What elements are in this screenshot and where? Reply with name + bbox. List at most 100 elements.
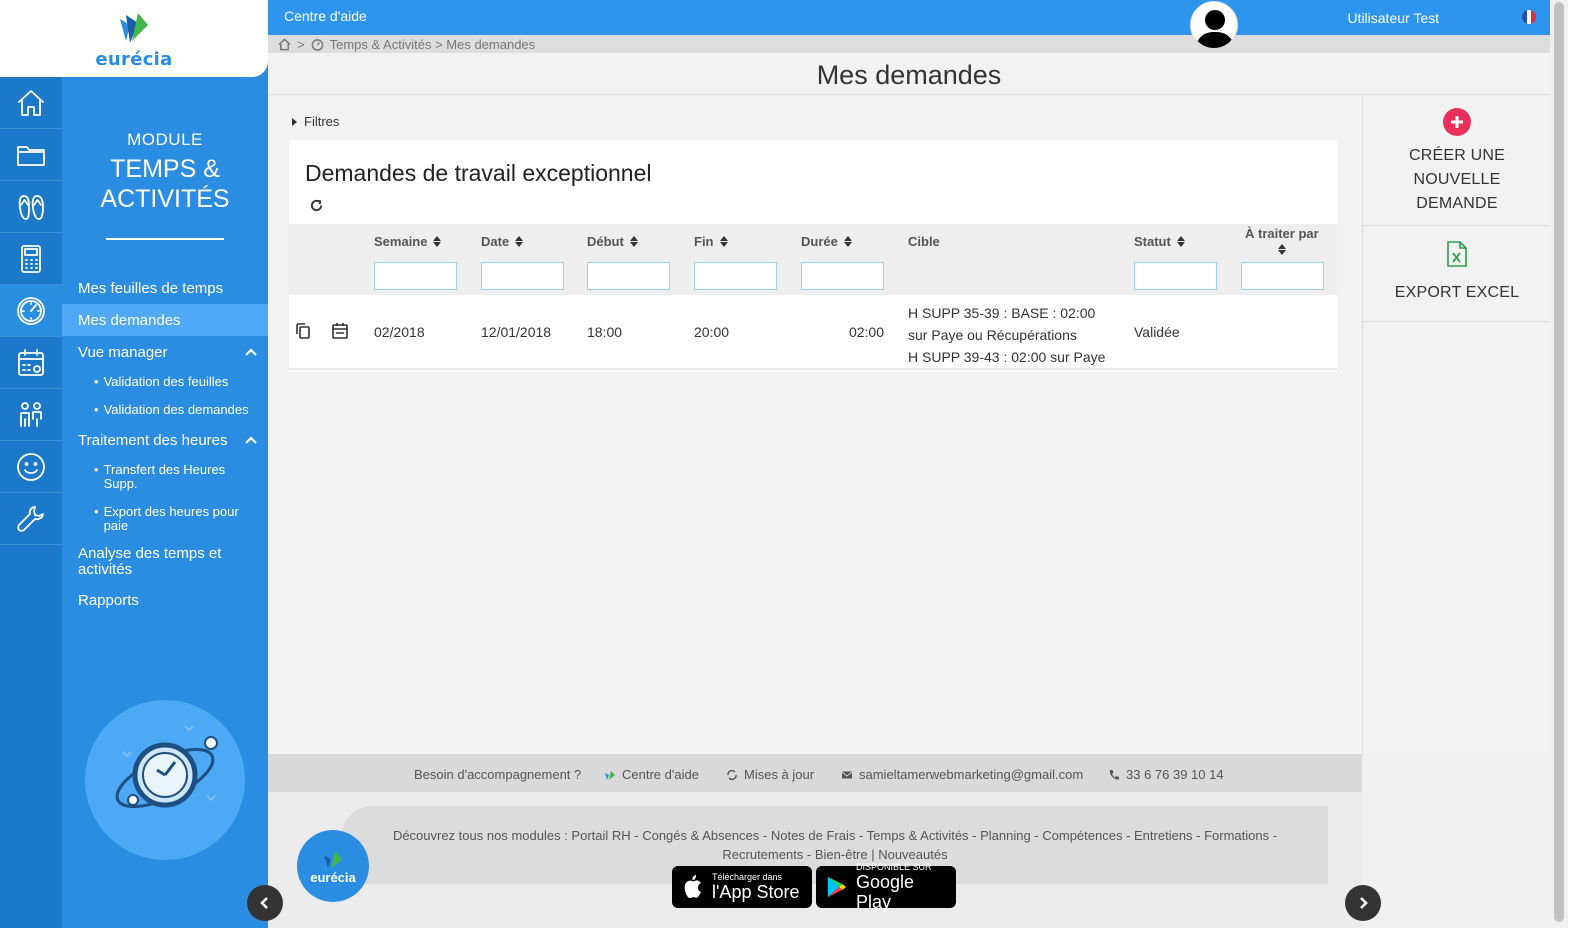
copy-icon	[296, 323, 310, 339]
refresh-button[interactable]	[309, 198, 324, 213]
column-header-a-traiter-par[interactable]: À traiter par	[1245, 226, 1319, 255]
sidebar-item-export-heures[interactable]: • Export des heures pour paie	[62, 498, 268, 540]
breadcrumb: > Temps & Activités > Mes demandes	[268, 35, 1550, 53]
column-header-fin[interactable]: Fin	[694, 234, 728, 249]
filter-duree-input[interactable]	[801, 262, 884, 290]
chevron-right-icon	[1360, 897, 1368, 909]
excel-icon	[1447, 241, 1467, 267]
create-label-line1: CRÉER UNE	[1408, 147, 1506, 164]
carousel-prev-button[interactable]	[247, 885, 283, 921]
google-play-badge[interactable]: DISPONIBLE SUR Google Play	[816, 862, 956, 912]
user-silhouette-icon	[1195, 10, 1235, 48]
filter-statut-input[interactable]	[1134, 262, 1217, 290]
bullet: •	[94, 462, 99, 477]
sidebar-item-mes-feuilles[interactable]: Mes feuilles de temps	[62, 272, 268, 304]
caret-right-icon	[292, 117, 297, 126]
chevron-up-icon[interactable]	[244, 345, 258, 359]
main-content: Filtres Demandes de travail exceptionnel…	[268, 96, 1362, 754]
column-header-duree[interactable]: Durée	[801, 234, 852, 249]
filter-debut-input[interactable]	[587, 262, 670, 290]
module-illustration	[85, 700, 245, 860]
column-header-statut[interactable]: Statut	[1134, 234, 1185, 249]
rail-settings-button[interactable]	[0, 493, 62, 545]
filter-semaine-input[interactable]	[374, 262, 457, 290]
modules-line[interactable]: Découvrez tous nos modules : Portail RH …	[342, 826, 1328, 845]
bullet: •	[94, 374, 99, 389]
sidebar-item-validation-demandes[interactable]: • Validation des demandes	[62, 396, 268, 424]
sidebar-item-vue-manager[interactable]: Vue manager	[62, 336, 268, 368]
calculator-icon	[21, 244, 41, 273]
cible-line: H SUPP 39-43 : 02:00 sur Paye	[908, 349, 1106, 365]
filter-fin-input[interactable]	[694, 262, 777, 290]
footer-help-center-link[interactable]: Centre d'aide	[604, 767, 699, 782]
calendar-button[interactable]	[331, 322, 349, 340]
cell-statut: Validée	[1134, 324, 1180, 340]
phone-label: 33 6 76 39 10 14	[1126, 767, 1224, 782]
rail-time-button[interactable]	[0, 285, 62, 337]
create-request-button[interactable]: CRÉER UNE NOUVELLE DEMANDE	[1363, 106, 1551, 226]
footer-logo[interactable]: eurécia	[297, 830, 369, 902]
breadcrumb-separator: >	[297, 36, 305, 52]
phone-link[interactable]: 33 6 76 39 10 14	[1108, 767, 1224, 782]
sort-icon	[629, 236, 638, 247]
rail-expenses-button[interactable]	[0, 233, 62, 285]
breadcrumb-path[interactable]: Temps & Activités > Mes demandes	[330, 37, 536, 52]
calendar-icon	[18, 348, 44, 376]
carousel-next-button[interactable]	[1345, 885, 1381, 921]
column-header-semaine[interactable]: Semaine	[374, 234, 442, 249]
duplicate-button[interactable]	[294, 322, 312, 340]
cell-fin: 20:00	[694, 324, 730, 340]
rail-home-button[interactable]	[0, 77, 62, 129]
wrench-icon	[17, 505, 44, 532]
rail-skills-button[interactable]	[0, 389, 62, 441]
refresh-icon	[310, 199, 323, 212]
footer-contact-bar: Besoin d'accompagnement ? Centre d'aide …	[268, 754, 1362, 792]
brand-logo[interactable]: eurécia	[0, 0, 268, 77]
stopwatch-icon	[311, 38, 323, 51]
sidebar-item-mes-demandes[interactable]: Mes demandes	[62, 304, 268, 336]
export-excel-button[interactable]: EXPORT EXCEL	[1363, 226, 1551, 322]
sync-icon	[727, 769, 737, 780]
module-label: MODULE	[127, 130, 203, 149]
sidebar-item-validation-feuilles[interactable]: • Validation des feuilles	[62, 368, 268, 396]
rail-planning-button[interactable]	[0, 337, 62, 389]
card-title: Demandes de travail exceptionnel	[305, 160, 652, 186]
email-link[interactable]: samieltamerwebmarketing@gmail.com	[841, 767, 1083, 782]
column-header-debut[interactable]: Début	[587, 234, 638, 249]
sidebar-item-analyse[interactable]: Analyse des temps et activités	[62, 540, 268, 584]
cell-date: 12/01/2018	[481, 324, 552, 340]
updates-link[interactable]: Mises à jour	[726, 767, 814, 782]
rail-folder-button[interactable]	[0, 129, 62, 181]
people-icon	[20, 401, 42, 427]
phone-icon	[1109, 769, 1119, 780]
help-center-link[interactable]: Centre d'aide	[284, 8, 367, 24]
scrollbar-thumb[interactable]	[1554, 2, 1564, 922]
column-header-date[interactable]: Date	[481, 234, 524, 249]
filter-date-input[interactable]	[481, 262, 564, 290]
french-flag-icon[interactable]	[1522, 10, 1536, 24]
filter-a-traiter-input[interactable]	[1241, 262, 1324, 290]
home-icon[interactable]	[278, 37, 291, 51]
sidebar-item-label: Mes demandes	[78, 311, 181, 329]
page-scrollbar[interactable]	[1550, 0, 1568, 928]
chevron-left-icon	[260, 897, 268, 909]
sidebar-item-transfert-heures[interactable]: • Transfert des Heures Supp.	[62, 456, 268, 498]
sort-icon	[433, 236, 442, 247]
chevron-up-icon[interactable]	[244, 433, 258, 447]
table-row[interactable]: 02/2018 12/01/2018 18:00 20:00 02:00 H S…	[289, 295, 1337, 370]
sidebar-item-rapports[interactable]: Rapports	[62, 584, 268, 616]
modules-line[interactable]: Recrutements - Bien-être | Nouveautés	[342, 845, 1328, 864]
sidebar-item-label: Export des heures pour paie	[103, 504, 239, 533]
google-play-small: DISPONIBLE SUR	[856, 862, 932, 872]
table-header: Semaine Date Début Fin Durée Cible Statu…	[289, 224, 1337, 295]
leaf-logo-icon	[120, 13, 148, 43]
sidebar-item-traitement-heures[interactable]: Traitement des heures	[62, 424, 268, 456]
filters-toggle[interactable]: Filtres	[292, 114, 339, 129]
avatar[interactable]	[1190, 1, 1238, 49]
rail-wellbeing-button[interactable]	[0, 441, 62, 493]
logo-text: eurécia	[95, 49, 173, 70]
rail-leave-button[interactable]	[0, 181, 62, 233]
cible-line: sur Paye ou Récupérations	[908, 327, 1077, 343]
user-name[interactable]: Utilisateur Test	[1347, 10, 1439, 26]
app-store-badge[interactable]: Télécharger dans l'App Store	[672, 866, 812, 908]
